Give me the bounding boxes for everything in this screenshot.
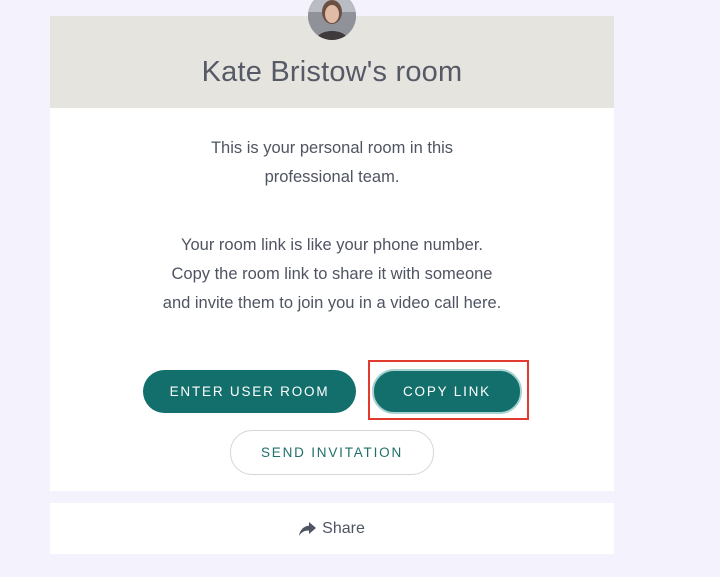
send-invitation-button[interactable]: SEND INVITATION xyxy=(230,430,434,475)
share-arrow-icon xyxy=(299,521,317,536)
share-button[interactable]: Share xyxy=(299,520,365,538)
room-card: Kate Bristow's room This is your persona… xyxy=(50,0,614,491)
enter-user-room-button[interactable]: ENTER USER ROOM xyxy=(143,370,356,413)
copy-link-button[interactable]: COPY LINK xyxy=(372,369,522,414)
room-title: Kate Bristow's room xyxy=(201,56,463,88)
share-label: Share xyxy=(322,519,365,537)
share-bar: Share xyxy=(50,503,614,554)
room-link-description: Your room link is like your phone number… xyxy=(162,236,502,312)
room-intro-text: This is your personal room in this profe… xyxy=(210,139,454,186)
